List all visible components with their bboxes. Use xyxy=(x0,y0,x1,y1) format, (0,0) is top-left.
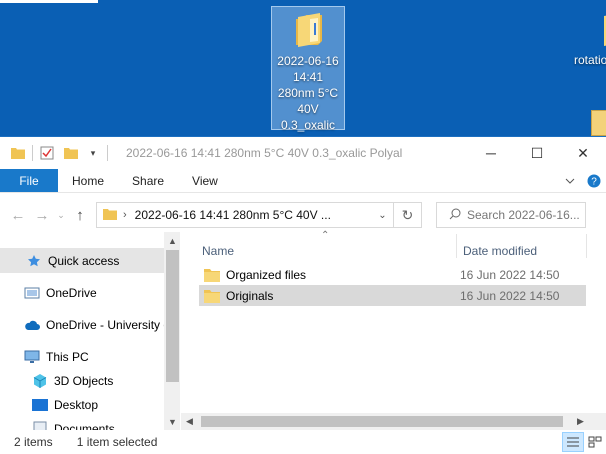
separator xyxy=(107,145,108,161)
scrollbar-thumb[interactable] xyxy=(201,416,563,427)
sidebar-item-documents[interactable]: Documents xyxy=(0,416,164,430)
properties-icon[interactable] xyxy=(39,145,55,161)
file-date: 16 Jun 2022 14:50 xyxy=(460,288,560,303)
nav-scrollbar[interactable]: ▲ ▼ xyxy=(164,232,180,430)
sidebar-item-label: Desktop xyxy=(54,397,99,412)
file-date: 16 Jun 2022 14:50 xyxy=(460,267,560,282)
scroll-down-icon[interactable]: ▼ xyxy=(164,413,180,430)
tab-file[interactable]: File xyxy=(0,169,58,192)
sort-ascending-icon: ⌃ xyxy=(321,230,330,241)
column-header-name[interactable]: Name xyxy=(202,232,234,260)
search-placeholder: Search 2022-06-16... xyxy=(467,208,580,222)
content-area: Quick access OneDrive OneDrive - Univers… xyxy=(0,230,606,430)
sidebar-item-label: Quick access xyxy=(48,253,120,268)
address-bar[interactable]: › 2022-06-16 14:41 280nm 5°C 40V ... ⌄ xyxy=(96,202,394,228)
details-view-icon[interactable] xyxy=(562,432,584,452)
refresh-button[interactable]: ↻ xyxy=(394,202,422,228)
navigation-pane: Quick access OneDrive OneDrive - Univers… xyxy=(0,232,180,430)
ribbon-tabs: File Home Share View ? xyxy=(0,169,606,193)
scroll-right-icon[interactable]: ▶ xyxy=(572,413,589,430)
desktop-folder-partial[interactable] xyxy=(591,110,606,136)
scroll-left-icon[interactable]: ◀ xyxy=(181,413,198,430)
cloud-icon xyxy=(24,317,40,333)
sidebar-item-label: OneDrive - University of xyxy=(46,317,164,332)
tab-home[interactable]: Home xyxy=(58,169,118,192)
column-divider[interactable] xyxy=(586,234,587,258)
large-icons-view-icon[interactable] xyxy=(584,432,606,452)
sidebar-item-onedrive-university[interactable]: OneDrive - University of xyxy=(0,312,164,337)
folder-icon xyxy=(10,145,26,161)
star-icon xyxy=(26,253,42,269)
monitor-icon xyxy=(24,349,40,365)
up-button[interactable]: ↑ xyxy=(68,203,92,227)
selection-count: 1 item selected xyxy=(76,435,158,449)
customize-toolbar-icon[interactable]: ▾ xyxy=(85,145,101,161)
tab-view[interactable]: View xyxy=(178,169,232,192)
help-icon[interactable]: ? xyxy=(582,169,606,192)
desktop-window-edge xyxy=(0,0,98,3)
expand-ribbon-icon[interactable] xyxy=(558,169,582,192)
quick-access-toolbar: ▾ xyxy=(0,145,114,161)
svg-text:?: ? xyxy=(591,176,597,187)
sidebar-item-this-pc[interactable]: This PC xyxy=(0,344,164,369)
desktop-icon-rotation[interactable]: rotatio xyxy=(568,6,606,68)
desktop-icon-label: rotatio xyxy=(574,53,606,67)
title-bar: ▾ 2022-06-16 14:41 280nm 5°C 40V 0.3_oxa… xyxy=(0,137,606,169)
forward-button[interactable]: → xyxy=(30,203,54,227)
view-switcher xyxy=(562,432,606,452)
sidebar-item-label: 3D Objects xyxy=(54,373,114,388)
back-button[interactable]: ← xyxy=(6,203,30,227)
documents-icon xyxy=(32,421,48,430)
table-row-selected[interactable]: Originals 16 Jun 2022 14:50 xyxy=(199,285,586,306)
new-folder-icon[interactable] xyxy=(63,145,79,161)
horizontal-scrollbar[interactable]: ◀ ▶ xyxy=(181,413,606,430)
sidebar-item-label: Documents xyxy=(54,421,115,431)
scroll-up-icon[interactable]: ▲ xyxy=(164,232,180,249)
sidebar-item-desktop[interactable]: Desktop xyxy=(0,392,164,417)
file-name[interactable]: Organized files xyxy=(226,268,460,282)
search-input[interactable]: Search 2022-06-16... xyxy=(436,202,586,228)
cube-icon xyxy=(32,373,48,389)
folder-icon xyxy=(604,15,606,46)
chevron-down-icon[interactable]: ⌄ xyxy=(371,203,393,227)
address-path[interactable]: 2022-06-16 14:41 280nm 5°C 40V ... xyxy=(135,208,371,222)
sidebar-item-3d-objects[interactable]: 3D Objects xyxy=(0,368,164,393)
scrollbar-thumb[interactable] xyxy=(166,250,179,382)
close-button[interactable]: ✕ xyxy=(560,137,606,169)
separator xyxy=(32,145,33,161)
window-title: 2022-06-16 14:41 280nm 5°C 40V 0.3_oxali… xyxy=(126,146,403,160)
item-count: 2 items xyxy=(14,435,53,449)
folder-icon xyxy=(204,289,220,303)
desktop-folder-label: 2022-06-16 14:41 280nm 5°C 40V 0.3_oxali… xyxy=(277,54,339,148)
maximize-button[interactable]: ☐ xyxy=(514,137,560,169)
folder-icon xyxy=(296,13,322,47)
desktop-folder-selected[interactable]: 2022-06-16 14:41 280nm 5°C 40V 0.3_oxali… xyxy=(271,6,345,148)
column-divider[interactable] xyxy=(456,234,457,258)
status-bar: 2 items 1 item selected xyxy=(0,430,606,454)
sidebar-item-onedrive[interactable]: OneDrive xyxy=(0,280,164,305)
file-list: ⌃ Name Date modified Organized files 16 … xyxy=(181,230,606,430)
column-header-date[interactable]: Date modified xyxy=(463,232,537,260)
sidebar-item-label: This PC xyxy=(46,349,89,364)
sidebar-item-label: OneDrive xyxy=(46,285,97,300)
recent-locations-button[interactable]: ⌄ xyxy=(54,203,68,227)
folder-icon xyxy=(204,268,220,282)
minimize-button[interactable]: ─ xyxy=(468,137,514,169)
onedrive-icon xyxy=(24,285,40,301)
tab-share[interactable]: Share xyxy=(118,169,178,192)
folder-icon xyxy=(103,208,117,223)
file-name[interactable]: Originals xyxy=(226,289,460,303)
chevron-right-icon[interactable]: › xyxy=(123,209,127,221)
sidebar-item-quick-access[interactable]: Quick access xyxy=(0,248,164,273)
table-row[interactable]: Organized files 16 Jun 2022 14:50 xyxy=(199,264,586,285)
desktop-icon xyxy=(32,397,48,413)
search-icon xyxy=(449,208,461,223)
navigation-bar: ← → ⌄ ↑ › 2022-06-16 14:41 280nm 5°C 40V… xyxy=(0,193,606,237)
